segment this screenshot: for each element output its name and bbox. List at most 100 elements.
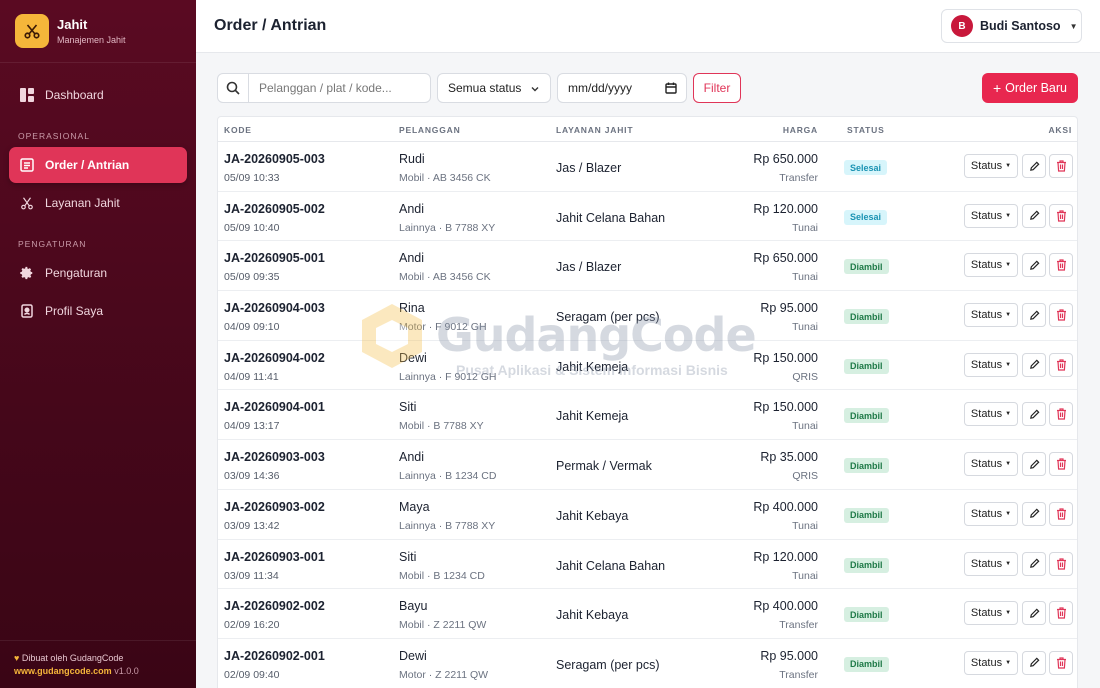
user-menu-button[interactable]: B Budi Santoso ▼: [941, 9, 1082, 43]
edit-button[interactable]: [1022, 551, 1046, 576]
order-code[interactable]: JA-20260904-003: [224, 301, 325, 315]
service-name: Seragam (per pcs): [556, 657, 660, 672]
column-header-layanan[interactable]: LAYANAN JAHIT: [556, 125, 633, 135]
topbar: Order / Antrian B Budi Santoso ▼: [196, 0, 1100, 53]
table-row[interactable]: JA-20260905-002 05/09 10:40 Andi Lainnya · …: [218, 192, 1077, 242]
calendar-icon[interactable]: [665, 82, 677, 97]
order-code[interactable]: JA-20260903-001: [224, 550, 325, 564]
delete-button[interactable]: [1049, 253, 1073, 278]
status-dropdown-button[interactable]: Status ▼: [964, 402, 1018, 427]
status-dropdown-button[interactable]: Status ▼: [964, 601, 1018, 626]
delete-button[interactable]: [1049, 303, 1073, 328]
payment-method: Tunai: [792, 321, 818, 334]
status-dropdown-label: Status: [970, 160, 1003, 172]
table-row[interactable]: JA-20260903-003 03/09 14:36 Andi Lainnya · …: [218, 440, 1077, 490]
order-time: 02/09 09:40: [224, 668, 280, 681]
search-input[interactable]: [249, 74, 429, 102]
edit-button[interactable]: [1022, 402, 1046, 427]
order-code[interactable]: JA-20260905-001: [224, 251, 325, 265]
delete-button[interactable]: [1049, 601, 1073, 626]
status-dropdown-button[interactable]: Status ▼: [964, 352, 1018, 377]
filter-button[interactable]: Filter: [693, 73, 741, 103]
brand[interactable]: Jahit Manajemen Jahit: [0, 0, 196, 63]
edit-button[interactable]: [1022, 154, 1046, 178]
dashboard-icon: [19, 87, 35, 103]
column-header-pelanggan[interactable]: PELANGGAN: [399, 125, 461, 135]
sidebar-item-pengaturan[interactable]: Pengaturan: [9, 255, 187, 291]
trash-icon: [1056, 458, 1066, 470]
order-price: Rp 400.000: [753, 599, 818, 614]
status-dropdown-button[interactable]: Status ▼: [964, 501, 1018, 526]
order-time: 03/09 11:34: [224, 569, 279, 582]
edit-button[interactable]: [1022, 352, 1046, 377]
footer-url[interactable]: www.gudangcode.com: [14, 666, 112, 676]
delete-button[interactable]: [1049, 154, 1073, 178]
edit-button[interactable]: [1022, 601, 1046, 626]
delete-button[interactable]: [1049, 452, 1073, 477]
table-row[interactable]: JA-20260904-002 04/09 11:41 Dewi Lainnya · …: [218, 341, 1077, 391]
delete-button[interactable]: [1049, 402, 1073, 427]
edit-button[interactable]: [1022, 650, 1046, 675]
delete-button[interactable]: [1049, 352, 1073, 377]
payment-method: Tunai: [792, 519, 818, 532]
scissors-icon: [19, 195, 35, 211]
edit-button[interactable]: [1022, 452, 1046, 477]
payment-method: Tunai: [792, 221, 818, 234]
order-time: 04/09 11:41: [224, 370, 279, 383]
status-dropdown-label: Status: [970, 259, 1003, 272]
edit-button[interactable]: [1022, 303, 1046, 328]
table-row[interactable]: JA-20260904-003 04/09 09:10 Rina Motor · F …: [218, 291, 1077, 341]
payment-method: Transfer: [779, 172, 818, 184]
status-dropdown-button[interactable]: Status ▼: [964, 303, 1018, 328]
delete-button[interactable]: [1049, 551, 1073, 576]
order-code[interactable]: JA-20260904-001: [224, 400, 325, 414]
sidebar-item-dashboard[interactable]: Dashboard: [9, 77, 187, 113]
status-dropdown-button[interactable]: Status ▼: [964, 452, 1018, 477]
order-code[interactable]: JA-20260903-002: [224, 500, 325, 514]
status-dropdown-button[interactable]: Status ▼: [964, 551, 1018, 576]
sidebar-footer: ♥ Dibuat oleh GudangCode www.gudangcode.…: [0, 640, 196, 688]
table-row[interactable]: JA-20260905-001 05/09 09:35 Andi Mobil · AB…: [218, 241, 1077, 292]
table-row[interactable]: JA-20260905-003 05/09 10:33 Rudi Mobil · AB…: [218, 142, 1077, 192]
order-code[interactable]: JA-20260903-003: [224, 450, 325, 464]
order-code[interactable]: JA-20260905-002: [224, 202, 325, 216]
column-header-harga[interactable]: HARGA: [783, 125, 818, 135]
order-code[interactable]: JA-20260905-003: [224, 152, 325, 166]
caret-down-icon: ▼: [1005, 163, 1012, 169]
status-dropdown-button[interactable]: Status ▼: [964, 253, 1018, 278]
edit-button[interactable]: [1022, 501, 1046, 526]
edit-button[interactable]: [1022, 253, 1046, 278]
sidebar-item-order-antrian[interactable]: Order / Antrian: [9, 147, 187, 183]
order-time: 03/09 14:36: [224, 470, 280, 483]
status-dropdown-label: Status: [970, 358, 1003, 371]
order-code[interactable]: JA-20260902-001: [224, 649, 325, 663]
column-header-kode[interactable]: KODE: [224, 125, 252, 135]
table-row[interactable]: JA-20260902-001 02/09 09:40 Dewi Motor · Z …: [218, 639, 1077, 688]
column-header-status[interactable]: STATUS: [847, 125, 885, 135]
brand-subtitle: Manajemen Jahit: [57, 35, 126, 45]
edit-button[interactable]: [1022, 203, 1046, 228]
pencil-icon: [1029, 310, 1039, 320]
sidebar-nav: Dashboard OPERASIONAL Order / Antrian La…: [0, 63, 196, 329]
table-row[interactable]: JA-20260902-002 02/09 16:20 Bayu Mobil · Z …: [218, 589, 1077, 639]
payment-method: Tunai: [792, 420, 818, 433]
table-row[interactable]: JA-20260904-001 04/09 13:17 Siti Mobil · B …: [218, 390, 1077, 441]
order-code[interactable]: JA-20260904-002: [224, 351, 325, 365]
status-dropdown-label: Status: [970, 507, 1003, 520]
new-order-button[interactable]: + Order Baru: [982, 73, 1078, 103]
pencil-icon: [1029, 409, 1039, 419]
status-dropdown-button[interactable]: Status ▼: [964, 203, 1018, 228]
delete-button[interactable]: [1049, 501, 1073, 526]
table-row[interactable]: JA-20260903-001 03/09 11:34 Siti Mobil · B …: [218, 540, 1077, 590]
status-dropdown-button[interactable]: Status ▼: [964, 154, 1018, 178]
sidebar-item-profil-saya[interactable]: Profil Saya: [9, 293, 187, 329]
sidebar-item-layanan-jahit[interactable]: Layanan Jahit: [9, 185, 187, 221]
status-dropdown-button[interactable]: Status ▼: [964, 650, 1018, 675]
delete-button[interactable]: [1049, 203, 1073, 228]
order-code[interactable]: JA-20260902-002: [224, 599, 325, 613]
date-input[interactable]: mm/dd/yyyy: [557, 73, 687, 103]
table-row[interactable]: JA-20260903-002 03/09 13:42 Maya Lainnya · …: [218, 490, 1077, 540]
delete-button[interactable]: [1049, 650, 1073, 675]
section-operasional: OPERASIONAL: [18, 131, 90, 141]
status-select[interactable]: Semua status: [437, 73, 551, 103]
